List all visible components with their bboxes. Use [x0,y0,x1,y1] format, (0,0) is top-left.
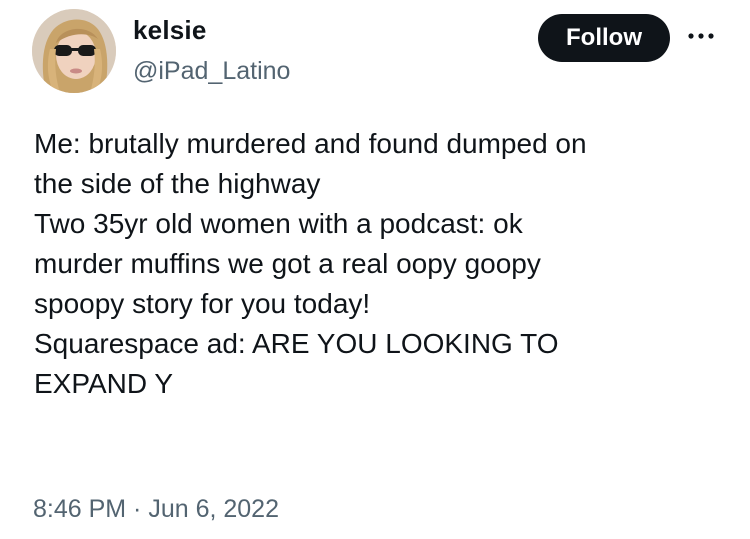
tweet-text: Me: brutally murdered and found dumped o… [34,124,734,404]
follow-button[interactable]: Follow [538,14,670,62]
avatar-image [32,9,116,93]
tweet-date: Jun 6, 2022 [148,495,279,523]
tweet-text-line: Squarespace ad: ARE YOU LOOKING TO [34,328,559,359]
tweet-text-line: spoopy story for you today! [34,288,371,319]
tweet-text-line: Me: brutally murdered and found dumped o… [34,128,587,159]
more-horizontal-icon[interactable] [683,26,719,46]
tweet-text-line: Two 35yr old women with a podcast: ok [34,208,523,239]
tweet-text-line: EXPAND Y [34,368,174,399]
tweet-time: 8:46 PM [33,495,127,523]
tweet-timestamp: 8:46 PM · Jun 6, 2022 [33,494,279,524]
timestamp-separator: · [126,495,149,523]
author-display-name[interactable]: kelsie [133,14,207,46]
author-handle[interactable]: @iPad_Latino [133,56,290,86]
tweet-time-link[interactable]: 8:46 PM · Jun 6, 2022 [33,495,279,523]
tweet-card: kelsie @iPad_Latino Follow Me: brutally … [0,0,750,539]
avatar[interactable] [32,9,116,93]
tweet-text-line: the side of the highway [34,168,321,199]
tweet-text-line: murder muffins we got a real oopy goopy [34,248,541,279]
